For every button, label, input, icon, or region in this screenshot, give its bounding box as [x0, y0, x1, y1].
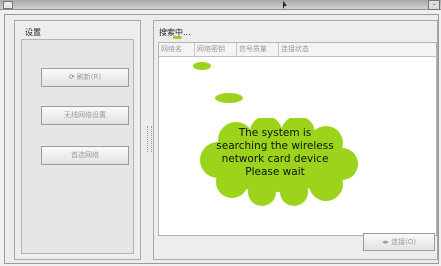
panel-splitter[interactable] — [147, 126, 152, 152]
callout-line-4: Please wait — [245, 166, 305, 178]
connect-icon: ◂▸ — [381, 238, 389, 246]
column-signal-quality[interactable]: 信号质量 — [237, 43, 279, 56]
wireless-settings-label: 无线网络设置 — [64, 111, 106, 119]
highlight-mark — [173, 36, 182, 39]
callout-line-1: The system is — [238, 127, 312, 139]
column-connection-status[interactable]: 连接状态 — [279, 43, 323, 56]
callout-bubble-small — [193, 62, 211, 70]
callout-message: The system is searching the wireless net… — [205, 127, 345, 179]
wireless-settings-button[interactable]: 无线网络设置 — [41, 106, 129, 125]
settings-inner-frame: ⟳ 刷新(R) 无线网络设置 首选网络 — [21, 39, 134, 254]
settings-panel: 设置 ⟳ 刷新(R) 无线网络设置 首选网络 — [14, 20, 141, 260]
connect-button[interactable]: ◂▸ 连接(O) — [363, 233, 435, 251]
refresh-icon: ⟳ — [68, 73, 75, 81]
title-bar: – — [0, 0, 441, 10]
app-icon — [3, 1, 13, 9]
callout-line-2: searching the wireless — [216, 140, 334, 152]
column-network-key[interactable]: 网络密钥 — [195, 43, 237, 56]
connect-label: 连接(O) — [391, 238, 417, 246]
preferred-networks-label: 首选网络 — [71, 151, 99, 159]
preferred-networks-button[interactable]: 首选网络 — [41, 146, 129, 165]
table-header: 网络名 网络密钥 信号质量 连接状态 — [159, 43, 436, 57]
settings-title: 设置 — [25, 28, 41, 37]
callout-line-3: network card device — [221, 153, 329, 165]
minimize-button[interactable]: – — [428, 0, 440, 10]
refresh-label: 刷新(R) — [76, 73, 102, 81]
refresh-button[interactable]: ⟳ 刷新(R) — [41, 68, 129, 87]
column-network-name[interactable]: 网络名 — [159, 43, 195, 56]
callout-bubble-medium — [215, 93, 243, 103]
